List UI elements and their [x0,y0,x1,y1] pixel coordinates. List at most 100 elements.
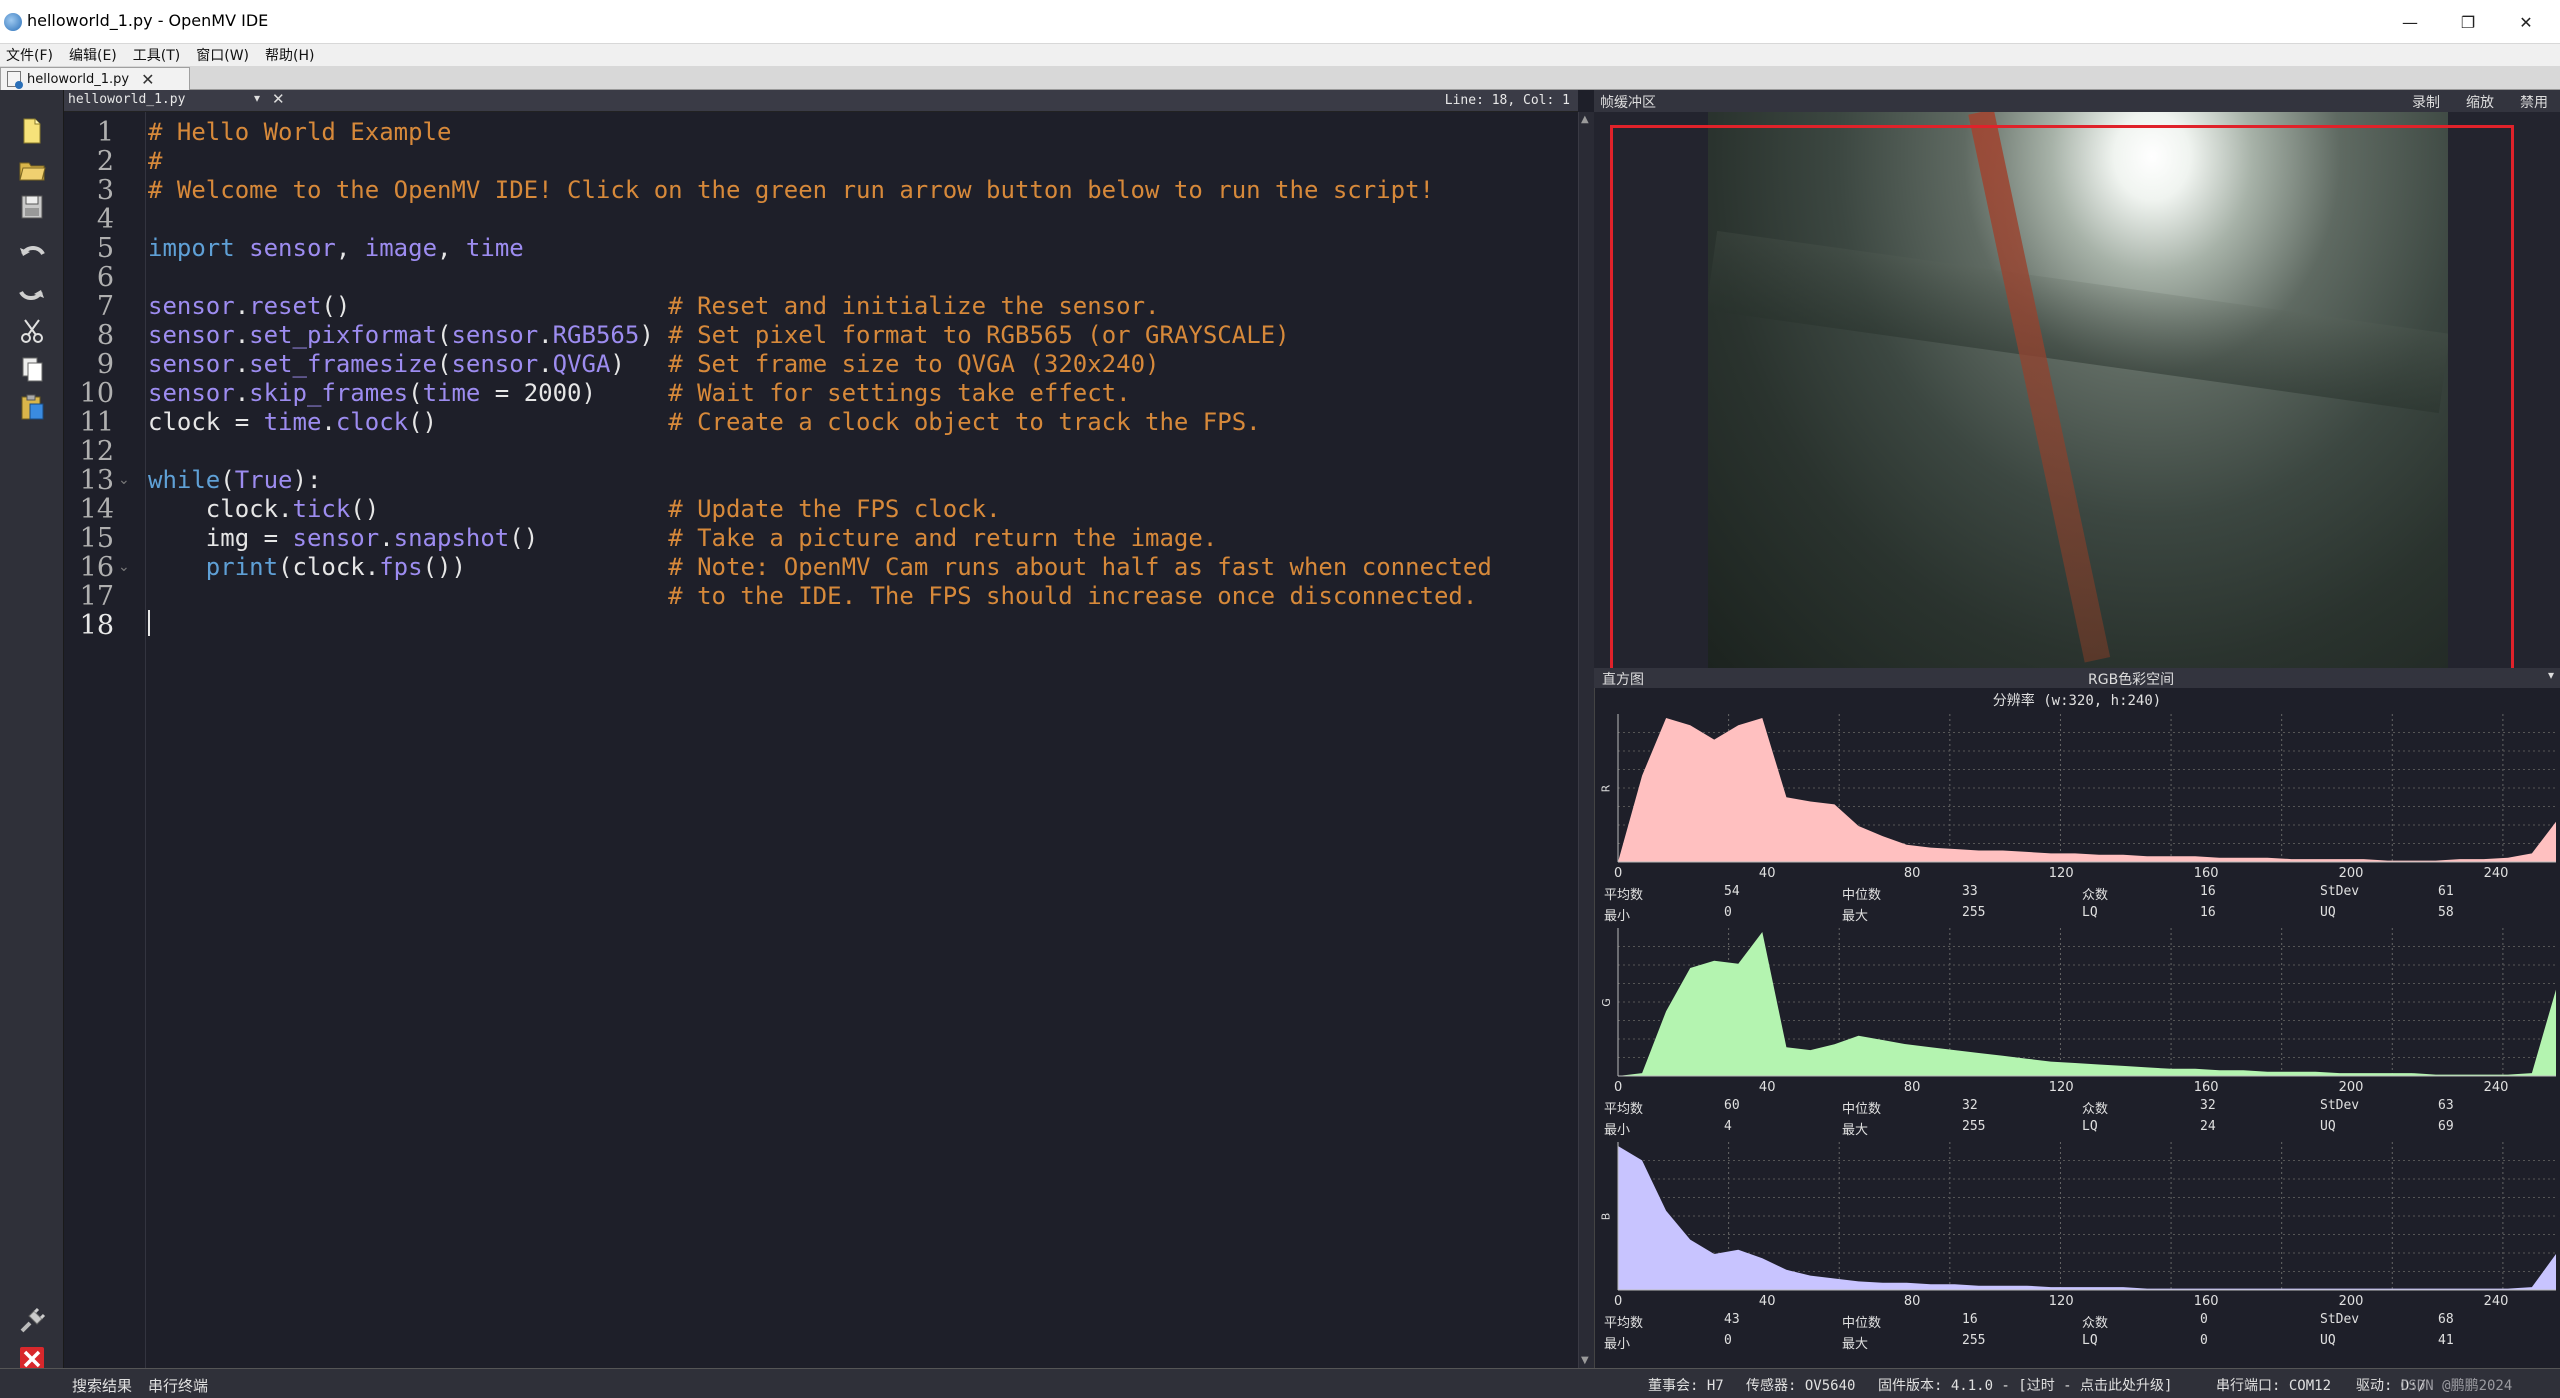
stat-median: 32 [1962,1098,1978,1113]
stat-stdev-label: StDev [2320,884,2360,899]
copy-button[interactable] [14,352,50,386]
line-number: 17 [79,581,114,612]
stat-stdev-label: StDev [2320,1098,2360,1113]
scroll-up-icon[interactable]: ▲ [1581,114,1589,125]
search-results-tab[interactable]: 搜索结果 [72,1375,132,1396]
code-line: clock.tick() # Update the FPS clock. [148,495,1001,523]
scroll-down-icon[interactable]: ▼ [1581,1355,1589,1366]
stat-max: 255 [1962,905,1986,920]
disable-button[interactable]: 禁用 [2520,92,2548,112]
line-number: 1 [96,117,114,148]
cut-button[interactable] [14,314,50,348]
open-file-button[interactable] [14,152,50,186]
line-number: 4 [96,204,114,235]
window-title: helloworld_1.py - OpenMV IDE [27,11,269,30]
paste-button[interactable] [14,390,50,424]
menu-help[interactable]: 帮助(H) [265,45,314,65]
colorspace-select[interactable]: RGB色彩空间 [2088,669,2174,689]
stat-stdev-label: StDev [2320,1312,2360,1327]
stat-mean-label: 平均数 [1604,1316,1644,1331]
close-tab-icon[interactable]: ✕ [141,70,154,89]
x-tick-label: 120 [2048,866,2074,881]
menu-tools[interactable]: 工具(T) [133,45,180,65]
stat-uq: 41 [2438,1333,2454,1348]
serial-terminal-tab[interactable]: 串行终端 [148,1375,208,1396]
file-tab[interactable]: helloworld_1.py ✕ [0,67,190,90]
line-number: 7 [96,291,114,322]
redo-button[interactable] [14,276,50,310]
line-number: 15 [79,523,114,554]
resolution-label: 分辨率 (w:320, h:240) [1992,693,2162,709]
stat-lq: 0 [2200,1333,2208,1348]
histogram-b [1617,1142,2556,1291]
line-number: 16 [79,552,114,583]
editor-scrollbar[interactable]: ▲ ▼ [1578,112,1594,1368]
board-status: 董事会: H7 [1648,1378,1724,1394]
code-line: # Hello World Example [148,118,452,146]
histogram-g [1617,928,2556,1077]
stat-mean-label: 平均数 [1604,1102,1644,1117]
menu-edit[interactable]: 编辑(E) [69,45,117,65]
x-tick-label: 160 [2193,866,2219,881]
code-line: sensor.reset() # Reset and initialize th… [148,292,1160,320]
stat-mode: 16 [2200,884,2216,899]
connect-button[interactable] [14,1304,50,1338]
restore-button[interactable]: ❐ [2440,6,2496,38]
stat-mode: 0 [2200,1312,2208,1327]
menu-window[interactable]: 窗口(W) [196,45,249,65]
stat-uq-label: UQ [2320,905,2336,920]
code-line: # to the IDE. The FPS should increase on… [668,582,1478,610]
paste-icon [21,394,44,420]
undo-icon [20,246,45,256]
firmware-status[interactable]: 固件版本: 4.1.0 - [过时 - 点击此处升级] [1878,1375,2172,1395]
stat-mode-label: 众数 [2082,1316,2109,1331]
minimize-button[interactable]: — [2382,6,2438,38]
code-line: while(True): [148,466,322,494]
chevron-down-icon[interactable]: ▾ [2548,668,2554,682]
stat-min-label: 最小 [1604,1337,1631,1352]
zoom-button[interactable]: 缩放 [2466,92,2494,112]
save-button[interactable] [14,190,50,224]
file-tab-bar: helloworld_1.py ✕ [0,66,2560,90]
line-number-gutter: 1 2 3 4 5 6 7 8 9 10 11 12 13 14 15 16 17 18 ⌄ ⌄ [64,112,146,1368]
close-window-button[interactable]: ✕ [2498,6,2554,38]
code-line: # Welcome to the OpenMV IDE! Click on th… [148,176,1434,204]
code-line: clock = time.clock() # Create a clock ob… [148,408,1261,436]
menu-bar: 文件(F) 编辑(E) 工具(T) 窗口(W) 帮助(H) [0,44,2560,66]
x-tick-label: 80 [1903,1080,1921,1095]
histogram-area [1618,932,2556,1076]
code-line: import sensor, image, time [148,234,524,262]
stat-min: 4 [1724,1119,1732,1134]
text-cursor [148,610,150,636]
stat-mode-label: 众数 [2082,888,2109,903]
selection-rectangle [1610,125,2514,688]
line-number: 18 [79,610,114,641]
stat-stdev: 68 [2438,1312,2454,1327]
stat-mean: 43 [1724,1312,1740,1327]
code-editor[interactable]: # Hello World Example # # Welcome to the O… [148,112,1570,1368]
stat-median: 16 [1962,1312,1978,1327]
copy-icon [22,357,43,382]
line-number: 8 [96,320,114,351]
x-tick-label: 40 [1758,866,1776,881]
stat-lq-label: LQ [2082,1333,2098,1348]
python-file-icon [7,71,23,89]
menu-file[interactable]: 文件(F) [6,45,53,65]
editor-file-label[interactable]: helloworld_1.py [68,92,185,107]
stat-median-label: 中位数 [1842,888,1882,903]
save-icon [21,195,43,219]
fold-marker-icon[interactable]: ⌄ [118,559,130,575]
histogram-area [1618,718,2556,862]
new-file-button[interactable] [14,114,50,148]
undo-button[interactable] [14,238,50,272]
file-dropdown-icon[interactable]: ▾ [254,91,260,105]
fold-marker-icon[interactable]: ⌄ [118,472,130,488]
code-line: # [148,147,163,175]
title-bar: helloworld_1.py - OpenMV IDE — ❐ ✕ [0,0,2560,44]
sensor-status: 传感器: OV5640 [1746,1378,1856,1394]
close-document-icon[interactable]: ✕ [272,90,285,108]
x-tick-label: 120 [2048,1080,2074,1095]
x-tick-label: 80 [1903,1294,1921,1309]
code-line: sensor.skip_frames(time = 2000) # Wait f… [148,379,1131,407]
record-button[interactable]: 录制 [2412,92,2440,112]
